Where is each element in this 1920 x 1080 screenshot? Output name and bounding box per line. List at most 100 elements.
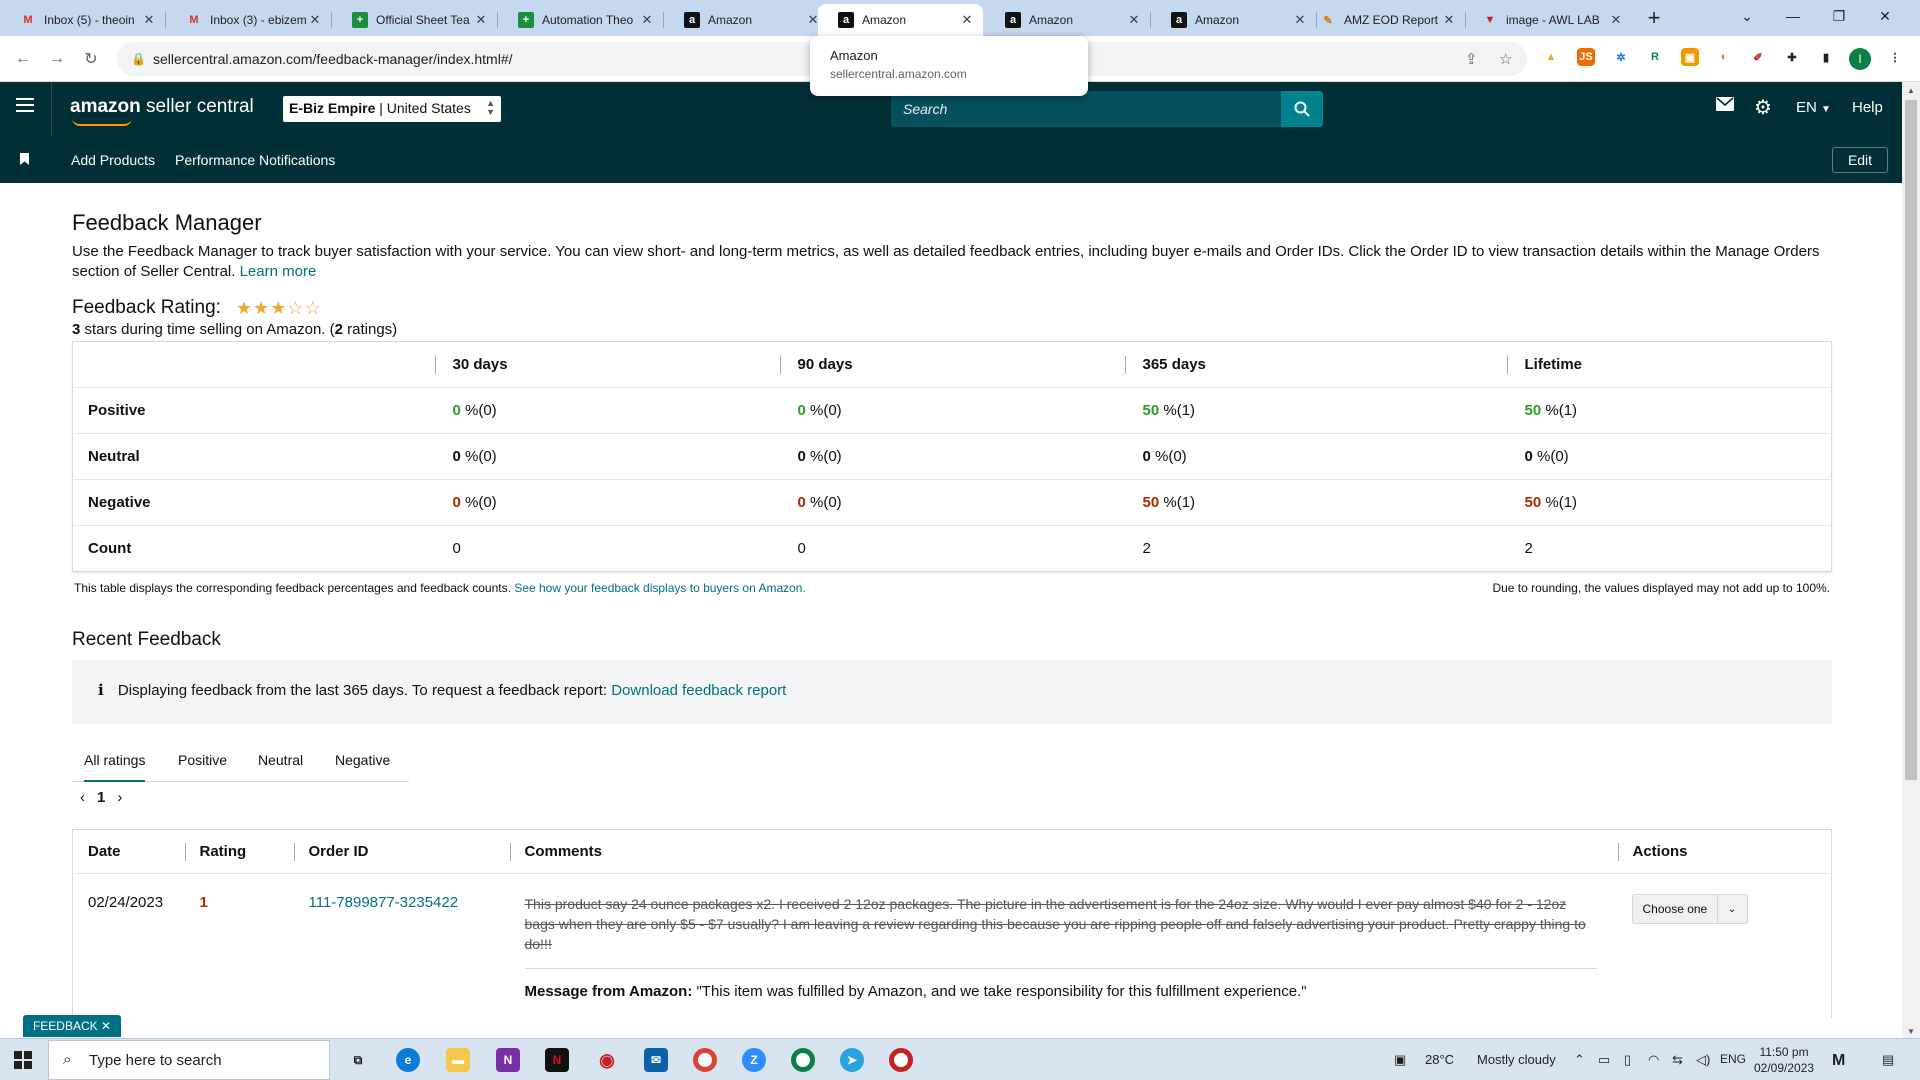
scroll-down-icon[interactable]: ▼ bbox=[1907, 1027, 1915, 1036]
share-icon[interactable]: ⇪ bbox=[1465, 50, 1478, 68]
gear-icon[interactable]: ⚙ bbox=[1754, 95, 1772, 120]
browser-tab[interactable]: a Amazon ✕ bbox=[1151, 4, 1316, 36]
hamburger-menu-icon[interactable] bbox=[16, 98, 34, 112]
wifi-icon[interactable]: ◠ bbox=[1648, 1052, 1659, 1068]
meet-icon[interactable]: ▯ bbox=[1624, 1052, 1631, 1068]
notification-icon[interactable]: ▤ bbox=[1882, 1052, 1894, 1068]
windows-start-icon[interactable] bbox=[14, 1051, 32, 1069]
restore-icon[interactable]: ❐ bbox=[1816, 0, 1862, 32]
taskbar-clock[interactable]: 11:50 pm 02/09/2023 bbox=[1754, 1044, 1814, 1076]
search-input[interactable]: Search bbox=[891, 91, 1281, 127]
download-feedback-report-link[interactable]: Download feedback report bbox=[611, 682, 786, 699]
close-icon[interactable]: ✕ bbox=[639, 12, 655, 28]
close-window-icon[interactable]: ✕ bbox=[1862, 0, 1908, 32]
task-view-icon[interactable]: ⧉ bbox=[346, 1048, 370, 1072]
subnav-performance-notifications[interactable]: Performance Notifications bbox=[175, 152, 335, 168]
chrome-profile-icon[interactable] bbox=[791, 1048, 815, 1072]
chevron-up-icon[interactable]: ⌃ bbox=[1574, 1052, 1585, 1068]
mail-icon[interactable] bbox=[1716, 97, 1734, 115]
puzzle-icon[interactable]: ✚ bbox=[1783, 48, 1801, 66]
browser-tab[interactable]: M Inbox (3) - ebizem ✕ bbox=[166, 4, 331, 36]
onenote-icon[interactable]: N bbox=[496, 1048, 520, 1072]
extension-icon[interactable]: ▣ bbox=[1681, 48, 1699, 66]
app-icon[interactable]: ◉ bbox=[595, 1048, 619, 1072]
close-icon[interactable]: ✕ bbox=[307, 12, 323, 28]
help-link[interactable]: Help bbox=[1852, 99, 1883, 116]
temperature[interactable]: 28°C bbox=[1425, 1052, 1454, 1067]
bookmark-icon[interactable] bbox=[20, 153, 29, 165]
chrome-profile-icon[interactable] bbox=[889, 1048, 913, 1072]
tab-all-ratings[interactable]: All ratings bbox=[84, 739, 146, 782]
scrollbar-thumb[interactable] bbox=[1905, 100, 1917, 780]
side-panel-icon[interactable]: ▮ bbox=[1817, 48, 1835, 66]
input-language[interactable]: ENG bbox=[1720, 1052, 1746, 1066]
battery-icon[interactable]: ▭ bbox=[1598, 1052, 1610, 1068]
feedback-widget-button[interactable]: FEEDBACK ✕ bbox=[23, 1015, 121, 1037]
amazon-seller-central-logo[interactable]: amazon seller central bbox=[70, 96, 254, 126]
browser-tab[interactable]: a Amazon ✕ bbox=[985, 4, 1150, 36]
profile-avatar[interactable]: I bbox=[1849, 48, 1871, 70]
volume-icon[interactable]: ◁) bbox=[1696, 1052, 1710, 1068]
extension-icon[interactable]: ✲ bbox=[1612, 48, 1630, 66]
extension-icon[interactable]: ✐ bbox=[1749, 48, 1767, 66]
new-tab-button[interactable]: + bbox=[1640, 4, 1668, 32]
weather-icon[interactable]: ▣ bbox=[1394, 1052, 1406, 1068]
weather-text[interactable]: Mostly cloudy bbox=[1477, 1052, 1556, 1067]
page-number[interactable]: 1 bbox=[97, 789, 105, 806]
close-icon[interactable]: ✕ bbox=[473, 12, 489, 28]
zoom-icon[interactable]: Z bbox=[742, 1048, 766, 1072]
edge-icon[interactable]: e bbox=[396, 1048, 420, 1072]
order-id-link[interactable]: 111-7899877-3235422 bbox=[309, 894, 459, 911]
minimize-icon[interactable]: — bbox=[1770, 0, 1816, 32]
chevron-down-icon: ⌄ bbox=[1716, 895, 1747, 923]
forward-icon[interactable]: → bbox=[46, 48, 68, 70]
feedback-display-link[interactable]: See how your feedback displays to buyers… bbox=[514, 581, 806, 595]
url-text: sellercentral.amazon.com/feedback-manage… bbox=[153, 51, 513, 67]
browser-tab[interactable]: a Amazon ✕ bbox=[664, 4, 829, 36]
language-selector[interactable]: EN ▼ bbox=[1796, 99, 1831, 116]
chrome-icon[interactable] bbox=[693, 1048, 717, 1072]
chevron-left-icon[interactable]: ‹ bbox=[80, 789, 85, 806]
file-explorer-icon[interactable]: ▬ bbox=[446, 1048, 470, 1072]
app-icon[interactable]: M bbox=[1832, 1052, 1845, 1070]
store-selector[interactable]: E-Biz Empire | United States ▲ ▼ bbox=[283, 96, 501, 122]
browser-tab[interactable]: ▼ image - AWL LAB ✕ bbox=[1462, 4, 1632, 36]
extension-js-icon[interactable]: JS bbox=[1577, 48, 1595, 66]
subnav-add-products[interactable]: Add Products bbox=[71, 152, 155, 168]
telegram-icon[interactable]: ➤ bbox=[840, 1048, 864, 1072]
tab-negative[interactable]: Negative bbox=[335, 739, 390, 782]
tab-positive[interactable]: Positive bbox=[178, 739, 227, 782]
browser-tab[interactable]: M Inbox (5) - theoin ✕ bbox=[0, 4, 165, 36]
scroll-up-icon[interactable]: ▲ bbox=[1907, 86, 1915, 95]
netflix-icon[interactable]: N bbox=[545, 1048, 569, 1072]
learn-more-link[interactable]: Learn more bbox=[240, 263, 317, 280]
column-header-empty bbox=[72, 341, 435, 388]
close-icon[interactable]: ✕ bbox=[141, 12, 157, 28]
close-icon[interactable]: ✕ bbox=[959, 12, 975, 28]
close-icon[interactable]: ✕ bbox=[1608, 12, 1624, 28]
browser-tab[interactable]: + Official Sheet Tea ✕ bbox=[332, 4, 497, 36]
close-icon[interactable]: ✕ bbox=[101, 1019, 111, 1033]
reload-icon[interactable]: ↻ bbox=[80, 48, 102, 70]
tab-search-icon[interactable]: ⌄ bbox=[1724, 0, 1770, 32]
action-dropdown[interactable]: Choose one ⌄ bbox=[1631, 894, 1748, 924]
extension-icon[interactable]: ◐ bbox=[1715, 48, 1733, 66]
network-icon[interactable]: ⇆ bbox=[1672, 1052, 1683, 1068]
search-button[interactable] bbox=[1281, 91, 1323, 127]
close-icon[interactable]: ✕ bbox=[1441, 12, 1457, 28]
chevron-right-icon[interactable]: › bbox=[117, 789, 122, 806]
extension-icon[interactable]: ▲ bbox=[1542, 48, 1560, 66]
page-scrollbar[interactable]: ▲ ▼ bbox=[1902, 82, 1920, 1038]
browser-tab[interactable]: + Automation Theo ✕ bbox=[498, 4, 663, 36]
close-icon[interactable]: ✕ bbox=[1126, 12, 1142, 28]
browser-tab-active[interactable]: a Amazon ✕ bbox=[818, 4, 983, 36]
tab-neutral[interactable]: Neutral bbox=[258, 739, 303, 782]
taskbar-search-input[interactable]: ⌕ Type here to search bbox=[48, 1040, 330, 1080]
menu-dots-icon[interactable]: ⋮ bbox=[1886, 48, 1904, 66]
browser-tab[interactable]: ✎ AMZ EOD Report ✕ bbox=[1300, 4, 1465, 36]
mail-icon[interactable]: ✉ bbox=[644, 1048, 668, 1072]
back-icon[interactable]: ← bbox=[12, 48, 34, 70]
bookmark-star-icon[interactable]: ☆ bbox=[1499, 50, 1512, 68]
extension-icon[interactable]: R bbox=[1646, 48, 1664, 66]
edit-button[interactable]: Edit bbox=[1832, 147, 1888, 173]
